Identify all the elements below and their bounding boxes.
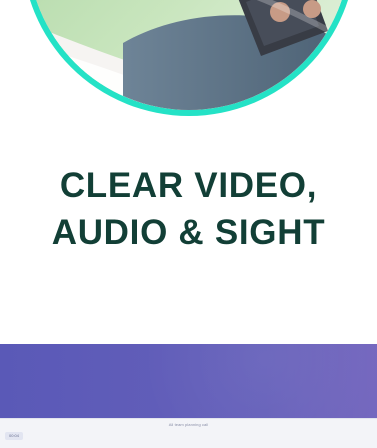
hero-photo-frame xyxy=(28,0,350,110)
window-title: All team planning call xyxy=(168,422,209,427)
headline: CLEAR VIDEO, AUDIO & SIGHT xyxy=(0,162,377,256)
page: CLEAR VIDEO, AUDIO & SIGHT All team plan… xyxy=(0,0,377,448)
video-area xyxy=(0,344,377,418)
headline-line-1: CLEAR VIDEO, xyxy=(59,166,318,205)
hero-photo xyxy=(28,0,350,110)
window-bar: All team planning call 00:04 xyxy=(0,418,377,448)
headline-line-2: AUDIO & SIGHT xyxy=(51,213,326,252)
app-preview: All team planning call 00:04 xyxy=(0,344,377,448)
timer-badge: 00:04 xyxy=(5,432,24,440)
